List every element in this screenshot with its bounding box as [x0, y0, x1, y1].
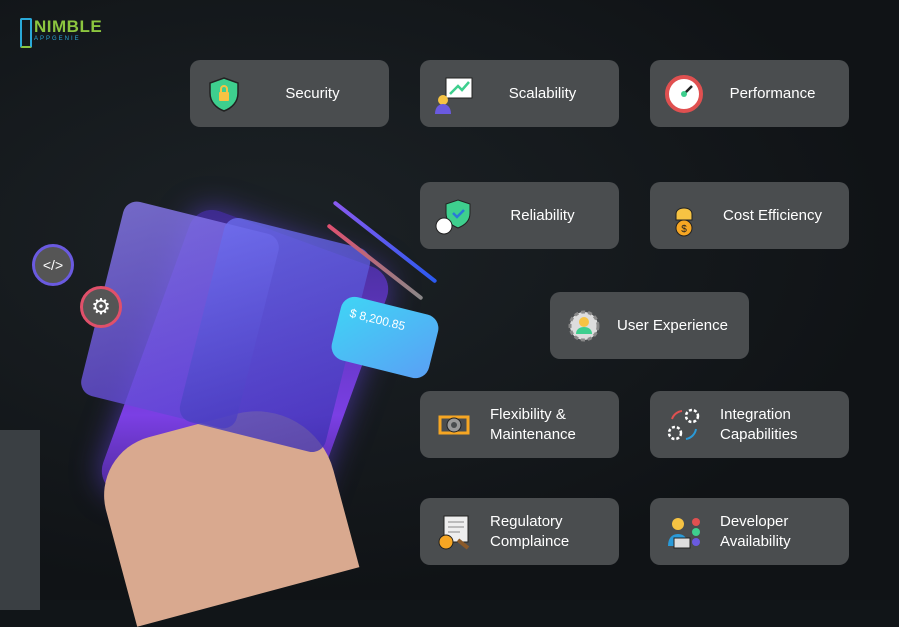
code-text: </> [42, 257, 64, 273]
shield-lock-icon [202, 72, 246, 116]
feature-card-reliability: Reliability [420, 182, 619, 249]
gear-icon: ⚙ [80, 286, 122, 328]
gauge-icon [662, 72, 706, 116]
gears-icon [662, 403, 706, 447]
feature-label: Flexibility & Maintenance [490, 405, 576, 443]
feature-label: Scalability [508, 84, 577, 102]
balance-text: $ 8,200.85 [348, 305, 407, 334]
feature-card-developer-availability: Developer Availability [650, 498, 849, 565]
growth-chart-icon [432, 72, 476, 116]
developer-icon [662, 510, 706, 554]
feature-label: Cost Efficiency [723, 206, 822, 224]
feature-label: Performance [729, 84, 816, 102]
shield-check-icon [432, 194, 476, 238]
feature-label: Security [285, 84, 340, 102]
feature-card-performance: Performance [650, 60, 849, 127]
user-circle-icon [562, 304, 606, 348]
feature-label: Integration Capabilities [720, 405, 798, 443]
feature-card-regulatory-complaince: Regulatory Complaince [420, 498, 619, 565]
feature-card-flexibility-maintenance: Flexibility & Maintenance [420, 391, 619, 458]
feature-label: User Experience [617, 316, 728, 334]
feature-card-scalability: Scalability [420, 60, 619, 127]
feature-card-integration-capabilities: Integration Capabilities [650, 391, 849, 458]
sleeve [0, 430, 40, 610]
code-icon: </> [32, 244, 74, 286]
legal-document-icon [432, 510, 476, 554]
logo-mark-icon [20, 18, 32, 48]
feature-card-user-experience: User Experience [550, 292, 749, 359]
feature-label: Regulatory Complaince [490, 512, 570, 550]
logo-name: NIMBLE [34, 17, 103, 36]
gear-cycle-icon [432, 403, 476, 447]
feature-label: Developer Availability [720, 512, 791, 550]
svg-text:$: $ [681, 224, 687, 235]
feature-card-security: Security [190, 60, 389, 127]
feature-card-cost-efficiency: $ Cost Efficiency [650, 182, 849, 249]
logo: NIMBLE APPGENIE [20, 18, 102, 48]
logo-sub: APPGENIE [34, 36, 81, 42]
money-bag-icon: $ [662, 194, 706, 238]
feature-label: Reliability [510, 206, 575, 224]
